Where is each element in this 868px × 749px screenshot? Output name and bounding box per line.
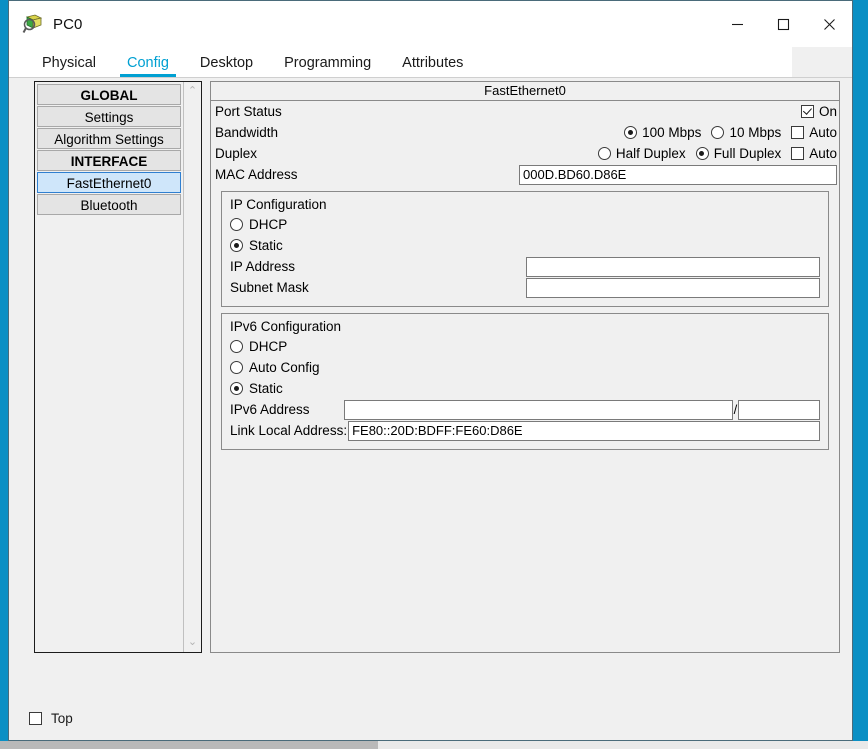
bandwidth-auto-control[interactable]: Auto: [791, 125, 837, 140]
duplex-half-control[interactable]: Half Duplex: [597, 146, 686, 161]
duplex-label: Duplex: [215, 146, 258, 161]
bandwidth-auto-label: Auto: [809, 125, 837, 140]
ipv6-configuration-group: IPv6 Configuration DHCP Auto Config Stat…: [221, 313, 829, 450]
ip-configuration-group: IP Configuration DHCP Static IP Address: [221, 191, 829, 307]
ipv6-auto-config-radio[interactable]: [230, 361, 243, 374]
bandwidth-row: Bandwidth 100 Mbps 10 Mbps Auto: [211, 122, 839, 143]
mac-address-row: MAC Address 000D.BD60.D86E: [211, 164, 839, 185]
sidebar-list: GLOBAL Settings Algorithm Settings INTER…: [35, 82, 183, 652]
ipv6-address-row: IPv6 Address /: [230, 399, 820, 420]
duplex-full-radio[interactable]: [695, 147, 709, 160]
ip-static-label: Static: [249, 238, 283, 253]
duplex-half-radio[interactable]: [597, 147, 611, 160]
horizontal-scrollbar-thumb[interactable]: [0, 741, 378, 749]
ip-static-radio[interactable]: [230, 239, 243, 252]
tab-desktop[interactable]: Desktop: [189, 55, 264, 77]
ipv6-address-input[interactable]: [344, 399, 733, 420]
duplex-full-label: Full Duplex: [713, 146, 782, 161]
bandwidth-100mbps-radio[interactable]: [624, 126, 638, 139]
tab-attributes[interactable]: Attributes: [391, 55, 474, 77]
duplex-auto-label: Auto: [809, 146, 837, 161]
packet-tracer-device-icon: [22, 13, 44, 35]
interface-config-panel: FastEthernet0 Port Status On Bandwidth 1…: [210, 81, 840, 653]
panel-content: Port Status On Bandwidth 100 Mbps 10 Mbp…: [211, 101, 839, 450]
ipv6-auto-config-label: Auto Config: [249, 360, 320, 375]
window-controls: [714, 1, 852, 47]
bandwidth-100mbps-control[interactable]: 100 Mbps: [624, 125, 701, 140]
ipv6-auto-config-row[interactable]: Auto Config: [230, 357, 820, 378]
sidebar-item-bluetooth[interactable]: Bluetooth: [37, 194, 181, 215]
ip-configuration-title: IP Configuration: [230, 197, 327, 212]
link-local-address-row: Link Local Address: FE80::20D:BDFF:FE60:…: [230, 420, 820, 441]
sidebar-header-interface: INTERFACE: [37, 150, 181, 171]
bandwidth-10mbps-radio[interactable]: [711, 126, 725, 139]
config-sidebar: GLOBAL Settings Algorithm Settings INTER…: [34, 81, 202, 653]
bandwidth-10mbps-control[interactable]: 10 Mbps: [711, 125, 781, 140]
close-button[interactable]: [806, 1, 852, 47]
bandwidth-100mbps-label: 100 Mbps: [642, 125, 702, 140]
bandwidth-auto-checkbox[interactable]: [791, 126, 805, 139]
title-bar: PC0: [9, 1, 852, 47]
window-title: PC0: [53, 15, 83, 33]
tab-bar: Physical Config Desktop Programming Attr…: [9, 47, 852, 77]
port-status-checkbox[interactable]: [800, 105, 814, 118]
sidebar-scrollbar[interactable]: ⌃ ⌄: [183, 82, 201, 652]
link-local-address-label: Link Local Address:: [230, 423, 348, 438]
bandwidth-10mbps-label: 10 Mbps: [729, 125, 782, 140]
scroll-down-icon[interactable]: ⌄: [188, 633, 197, 652]
device-config-window: PC0 Physical Config Desktop Programming …: [8, 0, 853, 741]
minimize-button[interactable]: [714, 1, 760, 47]
link-local-address-value: FE80::20D:BDFF:FE60:D86E: [348, 420, 820, 441]
panel-title: FastEthernet0: [211, 82, 839, 101]
duplex-row: Duplex Half Duplex Full Duplex Auto: [211, 143, 839, 164]
subnet-mask-row: Subnet Mask: [230, 277, 820, 298]
ip-address-input[interactable]: [526, 256, 820, 277]
bandwidth-label: Bandwidth: [215, 125, 279, 140]
ipv6-dhcp-radio[interactable]: [230, 340, 243, 353]
sidebar-header-global: GLOBAL: [37, 84, 181, 105]
port-status-label: Port Status: [215, 104, 282, 119]
subnet-mask-input[interactable]: [526, 277, 820, 298]
duplex-half-label: Half Duplex: [615, 146, 686, 161]
duplex-auto-control[interactable]: Auto: [791, 146, 837, 161]
duplex-auto-checkbox[interactable]: [791, 147, 805, 160]
sidebar-item-algorithm-settings[interactable]: Algorithm Settings: [37, 128, 181, 149]
tab-programming[interactable]: Programming: [273, 55, 382, 77]
tab-config[interactable]: Config: [116, 55, 180, 77]
tab-physical[interactable]: Physical: [31, 55, 107, 77]
ipv6-prefix-separator: /: [733, 402, 738, 417]
sidebar-item-fastethernet0[interactable]: FastEthernet0: [37, 172, 181, 193]
window-footer: Top: [9, 696, 852, 740]
ipv6-configuration-title: IPv6 Configuration: [230, 319, 342, 334]
ipv6-prefix-input[interactable]: [738, 399, 820, 420]
top-checkbox[interactable]: [29, 711, 42, 725]
port-status-on-label: On: [818, 104, 837, 119]
ip-dhcp-radio[interactable]: [230, 218, 243, 231]
screen: PC0 Physical Config Desktop Programming …: [0, 0, 868, 749]
mac-address-input[interactable]: 000D.BD60.D86E: [519, 164, 837, 185]
port-status-row: Port Status On: [211, 101, 839, 122]
ip-static-row[interactable]: Static: [230, 235, 820, 256]
window-body: GLOBAL Settings Algorithm Settings INTER…: [9, 77, 852, 740]
ipv6-address-label: IPv6 Address: [230, 402, 310, 417]
mac-address-label: MAC Address: [215, 167, 298, 182]
ip-address-label: IP Address: [230, 259, 296, 274]
scroll-up-icon[interactable]: ⌃: [188, 82, 197, 101]
maximize-button[interactable]: [760, 1, 806, 47]
ip-address-row: IP Address: [230, 256, 820, 277]
ipv6-dhcp-label: DHCP: [249, 339, 288, 354]
port-status-control[interactable]: On: [800, 104, 837, 119]
ip-dhcp-row[interactable]: DHCP: [230, 214, 820, 235]
sidebar-item-settings[interactable]: Settings: [37, 106, 181, 127]
ipv6-static-row[interactable]: Static: [230, 378, 820, 399]
duplex-full-control[interactable]: Full Duplex: [695, 146, 782, 161]
top-label: Top: [51, 710, 73, 726]
ip-dhcp-label: DHCP: [249, 217, 288, 232]
ipv6-static-radio[interactable]: [230, 382, 243, 395]
ipv6-static-label: Static: [249, 381, 283, 396]
horizontal-scrollbar[interactable]: [0, 741, 868, 749]
ipv6-dhcp-row[interactable]: DHCP: [230, 336, 820, 357]
subnet-mask-label: Subnet Mask: [230, 280, 309, 295]
